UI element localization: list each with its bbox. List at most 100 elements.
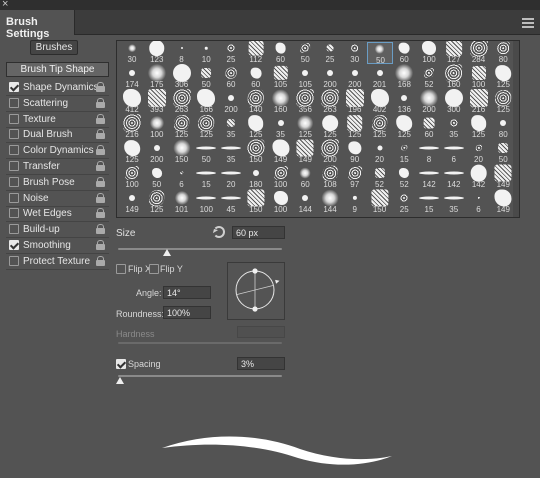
- brush-preset[interactable]: 60: [243, 67, 269, 89]
- brush-preset[interactable]: 284: [466, 41, 492, 64]
- brush-preset[interactable]: 125: [243, 115, 269, 139]
- lock-icon[interactable]: [96, 82, 105, 92]
- brush-preset[interactable]: 35: [218, 117, 244, 139]
- brush-preset[interactable]: 150: [243, 139, 269, 164]
- sidebar-item-scattering[interactable]: Scattering: [6, 96, 109, 111]
- brush-preset[interactable]: 175: [144, 64, 170, 89]
- brush-preset[interactable]: 100: [193, 192, 219, 214]
- brush-preset[interactable]: 90: [342, 141, 368, 164]
- brush-preset[interactable]: 166: [193, 89, 219, 114]
- size-slider-handle[interactable]: [163, 249, 172, 256]
- brush-preset[interactable]: 149: [292, 139, 318, 164]
- brush-preset[interactable]: 8: [416, 142, 442, 164]
- angle-roundness-widget[interactable]: [227, 262, 285, 320]
- brush-preset[interactable]: 15: [193, 167, 219, 189]
- brush-preset[interactable]: 105: [268, 65, 294, 89]
- brush-preset[interactable]: 50: [193, 67, 219, 89]
- lock-icon[interactable]: [96, 193, 105, 203]
- brush-preset[interactable]: 200: [416, 89, 442, 114]
- hamburger-menu-icon[interactable]: [522, 18, 534, 28]
- lock-icon[interactable]: [96, 256, 105, 266]
- size-slider-track[interactable]: [118, 248, 282, 250]
- size-field[interactable]: 60 px: [232, 226, 285, 239]
- brush-preset[interactable]: 200: [218, 92, 244, 114]
- brush-preset[interactable]: 168: [391, 64, 417, 89]
- brush-preset[interactable]: 149: [119, 192, 145, 214]
- brush-preset[interactable]: 52: [416, 67, 442, 89]
- sidebar-item-transfer[interactable]: Transfer: [6, 159, 109, 174]
- brush-preset[interactable]: 6: [441, 142, 467, 164]
- brush-preset[interactable]: 80: [490, 117, 516, 139]
- reset-size-icon[interactable]: [213, 226, 225, 238]
- brush-preset[interactable]: 80: [490, 41, 516, 64]
- brush-preset[interactable]: 9: [342, 192, 368, 214]
- brush-preset[interactable]: 60: [218, 67, 244, 89]
- brush-preset[interactable]: 200: [342, 67, 368, 89]
- brush-preset[interactable]: 201: [367, 67, 393, 89]
- brush-preset[interactable]: 150: [169, 139, 195, 164]
- brush-preset[interactable]: 35: [441, 117, 467, 139]
- brush-preset[interactable]: 52: [391, 167, 417, 189]
- brush-preset[interactable]: 200: [144, 142, 170, 164]
- brush-preset[interactable]: 306: [169, 64, 195, 89]
- brush-preset[interactable]: 25: [391, 192, 417, 214]
- angle-field[interactable]: 14°: [163, 286, 211, 299]
- brush-preset[interactable]: 200: [317, 139, 343, 164]
- color-dynamics-checkbox[interactable]: [9, 145, 19, 155]
- flip-x-checkbox[interactable]: [116, 264, 126, 274]
- sidebar-item-shape-dynamics[interactable]: Shape Dynamics: [6, 80, 109, 95]
- sidebar-item-protect-texture[interactable]: Protect Texture: [6, 254, 109, 269]
- brush-preset[interactable]: 100: [144, 116, 170, 139]
- transfer-checkbox[interactable]: [9, 161, 19, 171]
- sidebar-item-dual-brush[interactable]: Dual Brush: [6, 127, 109, 142]
- brush-preset[interactable]: 10: [193, 42, 219, 64]
- brush-preset[interactable]: 50: [193, 142, 219, 164]
- brush-preset[interactable]: 200: [317, 67, 343, 89]
- shape-dynamics-checkbox[interactable]: [9, 82, 19, 92]
- brush-preset[interactable]: 144: [317, 189, 343, 214]
- brush-preset[interactable]: 125: [169, 115, 195, 139]
- flip-y-checkbox[interactable]: [149, 264, 159, 274]
- sidebar-item-wet-edges[interactable]: Wet Edges: [6, 206, 109, 221]
- brush-preset[interactable]: 150: [243, 189, 269, 214]
- roundness-field[interactable]: 100%: [163, 306, 211, 319]
- close-icon[interactable]: ×: [2, 0, 8, 10]
- brush-preset[interactable]: 25: [317, 42, 343, 64]
- brush-preset[interactable]: 125: [144, 190, 170, 214]
- brush-preset[interactable]: 105: [292, 67, 318, 89]
- sidebar-item-color-dynamics[interactable]: Color Dynamics: [6, 143, 109, 158]
- brush-preset[interactable]: 101: [169, 190, 195, 214]
- brush-preset[interactable]: 52: [367, 167, 393, 189]
- brush-preset[interactable]: 174: [119, 67, 145, 89]
- brush-preset[interactable]: 50: [292, 42, 318, 64]
- brush-preset[interactable]: 142: [416, 167, 442, 189]
- lock-icon[interactable]: [96, 177, 105, 187]
- brush-preset[interactable]: 149: [268, 139, 294, 164]
- brush-preset[interactable]: 136: [391, 92, 417, 114]
- lock-icon[interactable]: [96, 161, 105, 171]
- brush-preset[interactable]: 97: [342, 166, 368, 189]
- brush-preset[interactable]: 142: [466, 164, 492, 189]
- sidebar-item-noise[interactable]: Noise: [6, 191, 109, 206]
- smoothing-checkbox[interactable]: [9, 240, 19, 250]
- scattering-checkbox[interactable]: [9, 98, 19, 108]
- lock-icon[interactable]: [96, 145, 105, 155]
- brush-preset[interactable]: 25: [218, 42, 244, 64]
- spacing-slider-track[interactable]: [118, 375, 282, 377]
- spacing-field[interactable]: 3%: [237, 357, 285, 370]
- brush-preset[interactable]: 60: [292, 167, 318, 189]
- brush-preset[interactable]: 20: [367, 142, 393, 164]
- brush-preset[interactable]: 160: [268, 89, 294, 114]
- brush-preset[interactable]: 125: [490, 65, 516, 89]
- brush-preset[interactable]: 100: [268, 191, 294, 214]
- brush-preset[interactable]: 356: [292, 89, 318, 114]
- brush-preset[interactable]: 35: [218, 142, 244, 164]
- brush-preset[interactable]: 30: [119, 42, 145, 64]
- lock-icon[interactable]: [96, 98, 105, 108]
- brush-preset[interactable]: 125: [367, 115, 393, 139]
- brush-preset[interactable]: 393: [144, 89, 170, 114]
- brush-preset[interactable]: 160: [441, 64, 467, 89]
- brush-preset[interactable]: 100: [119, 166, 145, 189]
- protect-texture-checkbox[interactable]: [9, 256, 19, 266]
- brush-preset[interactable]: 60: [391, 42, 417, 64]
